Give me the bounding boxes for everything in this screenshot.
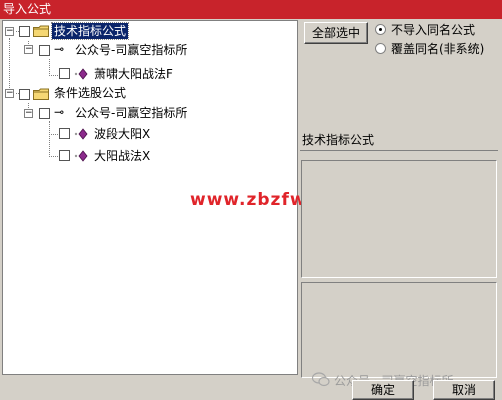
tree-checkbox[interactable]	[39, 45, 50, 56]
description-box	[301, 160, 497, 278]
tree-checkbox[interactable]	[59, 68, 70, 79]
tree-checkbox[interactable]	[59, 150, 70, 161]
tree-connector	[49, 59, 50, 76]
detail-box	[301, 282, 497, 378]
tree-node-label[interactable]: 条件选股公式	[54, 85, 126, 101]
radio-button[interactable]	[375, 43, 386, 54]
collapse-toggle-icon[interactable]: −	[24, 109, 33, 118]
tree-connector	[49, 121, 50, 157]
tree-node-label[interactable]: 公众号-司赢空指标所	[75, 105, 187, 121]
tree-checkbox[interactable]	[19, 26, 30, 37]
formula-diamond-icon	[74, 150, 88, 162]
collapse-toggle-icon[interactable]: −	[5, 27, 14, 36]
collapse-toggle-icon[interactable]: −	[24, 45, 33, 54]
formula-diamond-icon	[74, 128, 88, 140]
select-all-button[interactable]: 全部选中	[304, 22, 368, 44]
cancel-button[interactable]: 取消	[433, 380, 495, 400]
formula-diamond-icon	[74, 68, 88, 80]
collapse-toggle-icon[interactable]: −	[5, 89, 14, 98]
key-icon: ⊸	[54, 42, 65, 56]
tree-node-label[interactable]: 公众号-司赢空指标所	[75, 42, 187, 58]
wechat-icon	[312, 372, 330, 387]
tree-connector	[49, 134, 58, 135]
divider	[300, 150, 498, 151]
tree-checkbox[interactable]	[19, 89, 30, 100]
option-label: 覆盖同名(非系统)	[391, 42, 485, 56]
folder-icon	[33, 25, 49, 37]
option-label: 不导入同名公式	[391, 23, 476, 37]
tree-node-label[interactable]: 萧啸大阳战法F	[94, 66, 173, 82]
tree-connector	[49, 75, 58, 76]
option-skip-duplicates[interactable]: 不导入同名公式	[375, 22, 500, 38]
folder-icon	[33, 88, 49, 100]
tree-node-label[interactable]: 大阳战法X	[94, 148, 150, 164]
window-titlebar: 导入公式	[0, 0, 502, 19]
tree-node-label[interactable]: 技术指标公式	[50, 22, 130, 40]
tree-checkbox[interactable]	[59, 128, 70, 139]
option-overwrite-duplicates[interactable]: 覆盖同名(非系统)	[375, 41, 500, 57]
radio-button[interactable]	[375, 24, 386, 35]
tree-checkbox[interactable]	[39, 108, 50, 119]
tree-connector	[9, 38, 10, 94]
tree-connector	[49, 156, 58, 157]
ok-button[interactable]: 确定	[352, 380, 414, 400]
tree-node-label[interactable]: 波段大阳X	[94, 126, 150, 142]
key-icon: ⊸	[54, 105, 65, 119]
window-title: 导入公式	[3, 2, 52, 16]
section-label: 技术指标公式	[302, 133, 375, 147]
